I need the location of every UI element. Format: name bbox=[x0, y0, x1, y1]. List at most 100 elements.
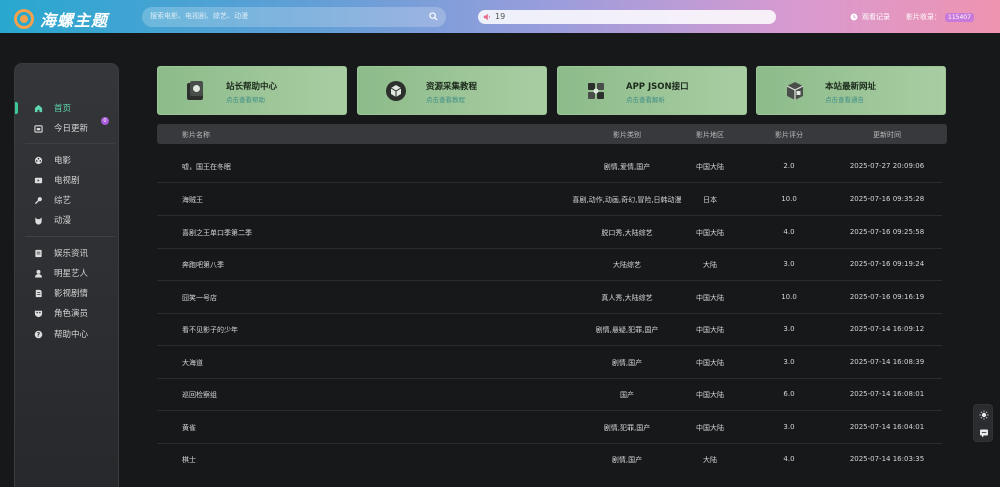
movie-region: 中国大陆 bbox=[696, 424, 724, 432]
theme-toggle-icon[interactable] bbox=[979, 410, 989, 420]
movie-region: 中国大陆 bbox=[696, 391, 724, 399]
movie-name-link[interactable]: 黄雀 bbox=[182, 423, 196, 433]
movie-update-time: 2025-07-14 16:08:39 bbox=[849, 358, 925, 366]
movie-name-link[interactable]: 囧笑一号店 bbox=[182, 293, 217, 303]
sidebar-item-label: 首页 bbox=[54, 104, 72, 114]
movie-score: 10.0 bbox=[781, 293, 797, 301]
movie-region: 中国大陆 bbox=[696, 229, 724, 237]
table-row[interactable]: 巡回检察组 国产 中国大陆 6.0 2025-07-14 16:08:01 bbox=[157, 378, 942, 411]
card-link[interactable]: 点击查看教程 bbox=[426, 94, 465, 104]
movie-update-time: 2025-07-14 16:04:01 bbox=[849, 423, 925, 431]
sidebar-item-home[interactable]: 首页 bbox=[15, 100, 120, 116]
sidebar-item-label: 影视剧情 bbox=[54, 289, 89, 299]
table-row[interactable]: 海贼王 喜剧,动作,动画,奇幻,冒险,日韩动漫 日本 10.0 2025-07-… bbox=[157, 183, 942, 216]
card-link[interactable]: 点击查看帮助 bbox=[226, 94, 265, 104]
script-icon bbox=[35, 289, 42, 297]
resource-box-icon bbox=[386, 81, 406, 101]
table-row[interactable]: 大海道 剧情,国产 中国大陆 3.0 2025-07-14 16:08:39 bbox=[157, 346, 942, 379]
film-reel-icon bbox=[34, 156, 43, 164]
movie-name-link[interactable]: 大海道 bbox=[182, 358, 203, 368]
movie-region: 中国大陆 bbox=[696, 326, 724, 334]
movie-update-time: 2025-07-16 09:25:58 bbox=[849, 228, 925, 236]
sidebar-item-variety[interactable]: 综艺 bbox=[15, 192, 120, 208]
message-icon[interactable] bbox=[979, 428, 989, 438]
sidebar-divider bbox=[25, 143, 115, 144]
sidebar-item-anime[interactable]: 动漫 bbox=[15, 212, 120, 228]
sidebar-item-plots[interactable]: 影视剧情 bbox=[15, 285, 120, 301]
sidebar-item-help-center[interactable]: ? 帮助中心 bbox=[15, 326, 120, 342]
movie-update-time: 2025-07-27 20:09:06 bbox=[849, 162, 925, 170]
movie-name-link[interactable]: 嘘，国王在冬眠 bbox=[182, 162, 231, 172]
sidebar-item-label: 明星艺人 bbox=[54, 269, 89, 279]
movie-score: 3.0 bbox=[783, 325, 795, 333]
notice-bar[interactable]: 19 bbox=[478, 10, 776, 24]
search-icon[interactable] bbox=[429, 12, 438, 21]
sidebar-item-movies[interactable]: 电影 bbox=[15, 152, 120, 168]
active-indicator bbox=[15, 102, 18, 114]
column-header-region: 影片地区 bbox=[696, 131, 724, 139]
movie-score: 4.0 bbox=[783, 228, 795, 236]
movie-score: 3.0 bbox=[783, 260, 795, 268]
sidebar-item-label: 角色演员 bbox=[54, 309, 89, 319]
top-header: 海螺主题 搜索电影、电视剧、综艺、动漫 19 观看记录 影片收录： 115407 bbox=[0, 0, 1000, 33]
search-input[interactable]: 搜索电影、电视剧、综艺、动漫 bbox=[150, 11, 248, 21]
sidebar-item-label: 娱乐资讯 bbox=[54, 249, 89, 259]
movie-name-link[interactable]: 奔跑吧第八季 bbox=[182, 260, 224, 270]
logo-icon bbox=[14, 9, 34, 29]
card-title: 资源采集教程 bbox=[426, 82, 478, 92]
movie-name-link[interactable]: 喜剧之王单口季第二季 bbox=[182, 228, 252, 238]
sidebar-item-roles[interactable]: 角色演员 bbox=[15, 305, 120, 321]
movie-name-link[interactable]: 看不见影子的少年 bbox=[182, 325, 238, 335]
sidebar-item-label: 今日更新 bbox=[54, 124, 89, 134]
search-box[interactable]: 搜索电影、电视剧、综艺、动漫 bbox=[142, 7, 446, 27]
card-app-json-api[interactable]: APP JSON接口 点击查看解析 bbox=[557, 66, 747, 115]
table-header: 影片名称 影片类别 影片地区 影片评分 更新时间 bbox=[157, 124, 947, 144]
user-icon bbox=[34, 269, 43, 278]
sidebar-item-celebrities[interactable]: 明星艺人 bbox=[15, 265, 120, 281]
sidebar-item-label: 帮助中心 bbox=[54, 330, 89, 340]
notice-text: 19 bbox=[495, 12, 506, 21]
movie-name-link[interactable]: 海贼王 bbox=[182, 195, 203, 205]
column-header-time: 更新时间 bbox=[873, 131, 901, 139]
movie-update-time: 2025-07-16 09:35:28 bbox=[849, 195, 925, 203]
card-link[interactable]: 点击查看解析 bbox=[626, 94, 665, 104]
update-count-badge: 0 bbox=[101, 117, 109, 125]
question-icon: ? bbox=[34, 330, 43, 338]
collection-stats: 影片收录： 115407 bbox=[906, 12, 974, 22]
table-row[interactable]: 看不见影子的少年 剧情,悬疑,犯罪,国产 中国大陆 3.0 2025-07-14… bbox=[157, 313, 942, 346]
movie-score: 4.0 bbox=[783, 455, 795, 463]
movie-region: 日本 bbox=[703, 196, 717, 204]
table-row[interactable]: 奔跑吧第八季 大陆综艺 大陆 3.0 2025-07-16 09:19:24 bbox=[157, 248, 942, 281]
table-row[interactable]: 棋士 剧情,国产 大陆 4.0 2025-07-14 16:03:35 bbox=[157, 443, 942, 476]
sidebar-item-today-updates[interactable]: 今日更新 0 bbox=[15, 117, 120, 136]
sidebar-item-label: 动漫 bbox=[54, 216, 72, 226]
column-header-name: 影片名称 bbox=[182, 131, 210, 139]
sidebar: 首页 今日更新 0 电影 电视剧 综艺 动漫 娱乐资讯 明星艺人 影视剧情 角色… bbox=[14, 63, 119, 487]
card-title: 本站最新网址 bbox=[825, 82, 877, 92]
sidebar-item-entertainment-news[interactable]: 娱乐资讯 bbox=[15, 245, 120, 261]
movie-name-link[interactable]: 棋士 bbox=[182, 455, 196, 465]
table-row[interactable]: 喜剧之王单口季第二季 脱口秀,大陆综艺 中国大陆 4.0 2025-07-16 … bbox=[157, 216, 942, 249]
card-link[interactable]: 点击查看通告 bbox=[825, 94, 864, 104]
watch-history-link[interactable]: 观看记录 bbox=[850, 12, 890, 22]
table-row[interactable]: 囧笑一号店 真人秀,大陆综艺 中国大陆 10.0 2025-07-16 09:1… bbox=[157, 281, 942, 314]
sidebar-item-tv-series[interactable]: 电视剧 bbox=[15, 172, 120, 188]
mask-icon bbox=[34, 310, 43, 317]
movie-update-time: 2025-07-16 09:16:19 bbox=[849, 293, 925, 301]
table-row[interactable]: 嘘，国王在冬眠 剧情,爱情,国产 中国大陆 2.0 2025-07-27 20:… bbox=[157, 150, 942, 183]
column-header-score: 影片评分 bbox=[775, 131, 803, 139]
movie-update-time: 2025-07-14 16:09:12 bbox=[849, 325, 925, 333]
clock-icon bbox=[850, 13, 858, 21]
card-help-center[interactable]: 站长帮助中心 点击查看帮助 bbox=[157, 66, 347, 115]
movie-update-time: 2025-07-16 09:19:24 bbox=[849, 260, 925, 268]
site-logo[interactable]: 海螺主题 bbox=[14, 7, 108, 31]
movie-name-link[interactable]: 巡回检察组 bbox=[182, 390, 217, 400]
card-latest-url[interactable]: 本站最新网址 点击查看通告 bbox=[756, 66, 946, 115]
news-icon bbox=[35, 249, 42, 257]
movie-score: 6.0 bbox=[783, 390, 795, 398]
movie-update-time: 2025-07-14 16:08:01 bbox=[849, 390, 925, 398]
sidebar-item-label: 综艺 bbox=[54, 196, 72, 206]
movie-score: 2.0 bbox=[783, 162, 795, 170]
card-resource-tutorial[interactable]: 资源采集教程 点击查看教程 bbox=[357, 66, 547, 115]
table-row[interactable]: 黄雀 剧情,犯罪,国产 中国大陆 3.0 2025-07-14 16:04:01 bbox=[157, 411, 942, 444]
